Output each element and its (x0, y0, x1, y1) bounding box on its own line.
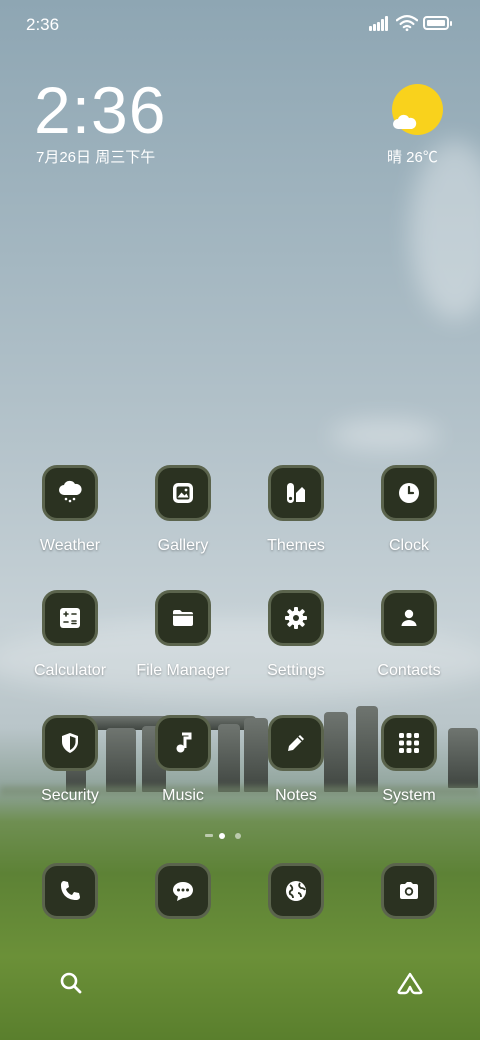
battery-icon (423, 16, 452, 30)
globe-icon (268, 863, 324, 919)
app-label: Settings (267, 662, 325, 679)
clock-icon (381, 465, 437, 521)
app-label: Clock (388, 537, 429, 554)
gallery-icon (155, 465, 211, 521)
page-indicator[interactable] (200, 831, 280, 841)
assistant-icon (397, 972, 423, 995)
gear-icon (268, 590, 324, 646)
signal-icon (369, 16, 391, 31)
app-label: Notes (275, 787, 317, 804)
app-label: Gallery (157, 537, 209, 554)
dock-browser[interactable] (236, 863, 356, 923)
weather-icon (42, 465, 98, 521)
status-time: 2:36 (26, 15, 60, 34)
widget-date: 7月26日 周三下午 (36, 149, 156, 166)
music-note-icon (155, 715, 211, 771)
app-label: Security (41, 787, 99, 804)
phone-icon (42, 863, 98, 919)
status-bar: 2:36 (0, 0, 480, 50)
page-list-indicator (205, 834, 213, 837)
search-icon (60, 972, 82, 994)
app-label: System (382, 787, 436, 804)
dock-messages[interactable] (123, 863, 243, 923)
pencil-icon (268, 715, 324, 771)
page-dot (235, 833, 241, 839)
app-label: Music (162, 787, 204, 804)
app-label: Contacts (377, 662, 441, 679)
widget-weather: 晴 26℃ (387, 149, 438, 166)
app-label: Themes (267, 537, 325, 554)
camera-icon (381, 863, 437, 919)
person-icon (381, 590, 437, 646)
folder-grid-icon (381, 715, 437, 771)
cloud-icon (393, 114, 417, 129)
app-label: Weather (39, 537, 101, 554)
page-dot-active (219, 833, 225, 839)
app-label: Calculator (33, 662, 107, 679)
themes-icon (268, 465, 324, 521)
search-button[interactable] (51, 963, 91, 1003)
wifi-icon (396, 15, 418, 32)
widget-clock[interactable]: 2:36 (34, 72, 166, 148)
calculator-icon (42, 590, 98, 646)
dock-camera[interactable] (349, 863, 469, 923)
message-icon (155, 863, 211, 919)
cloud (410, 140, 480, 320)
shield-icon (42, 715, 98, 771)
app-label: File Manager (136, 662, 230, 679)
assistant-button[interactable] (390, 963, 430, 1003)
folder-icon (155, 590, 211, 646)
cloud (330, 420, 440, 450)
dock-phone[interactable] (10, 863, 130, 923)
